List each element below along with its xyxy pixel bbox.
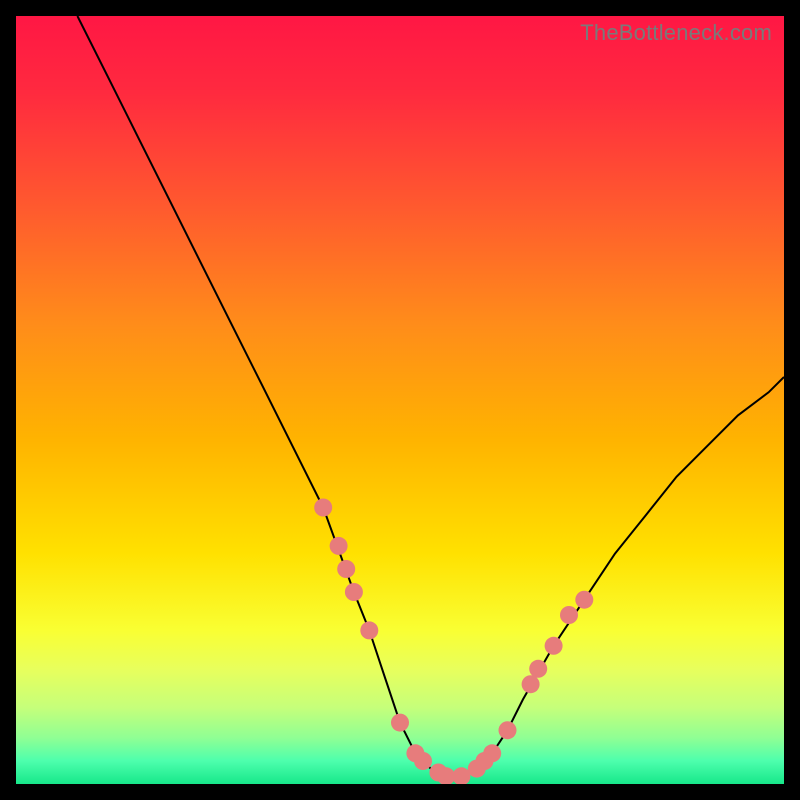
highlight-dot <box>522 675 540 693</box>
bottleneck-chart <box>16 16 784 784</box>
highlight-dot <box>314 499 332 517</box>
highlight-dot <box>337 560 355 578</box>
highlight-dot <box>483 744 501 762</box>
highlight-dot <box>330 537 348 555</box>
highlight-dot <box>545 637 563 655</box>
highlight-dot <box>575 591 593 609</box>
highlight-dot <box>414 752 432 770</box>
highlight-dot <box>560 606 578 624</box>
gradient-background <box>16 16 784 784</box>
attribution-label: TheBottleneck.com <box>580 20 772 46</box>
highlight-dot <box>360 621 378 639</box>
chart-frame: TheBottleneck.com <box>16 16 784 784</box>
highlight-dot <box>391 714 409 732</box>
highlight-dot <box>529 660 547 678</box>
highlight-dot <box>345 583 363 601</box>
highlight-dot <box>499 721 517 739</box>
